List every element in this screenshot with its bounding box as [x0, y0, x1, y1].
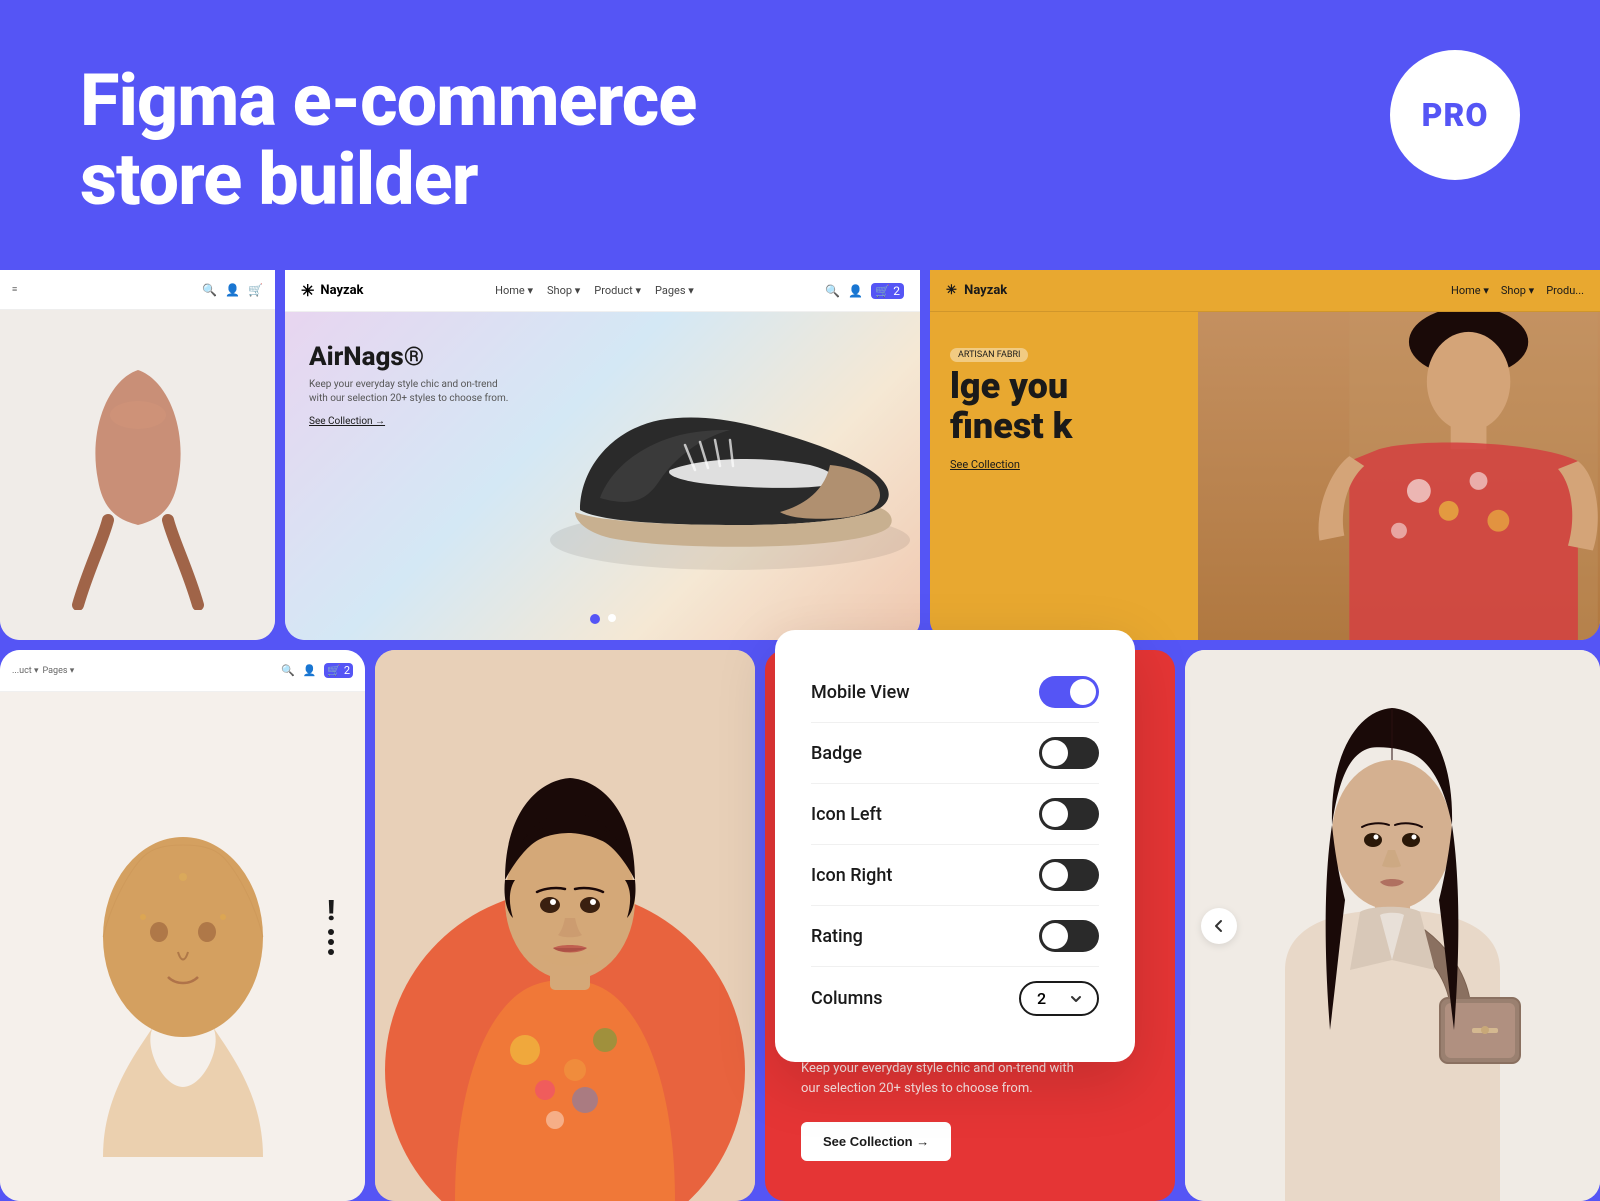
- user-icon[interactable]: 👤: [848, 284, 863, 298]
- columns-value: 2: [1037, 989, 1046, 1008]
- cart-icon[interactable]: 🛒: [248, 283, 263, 297]
- toggle-knob: [1042, 923, 1068, 949]
- toggle-knob: [1042, 740, 1068, 766]
- cart-icon[interactable]: 🛒 2: [871, 283, 904, 299]
- rating-row: Rating: [811, 906, 1099, 967]
- chair-card: ≡ 🔍 👤 🛒: [0, 270, 275, 640]
- toggle-knob: [1070, 679, 1096, 705]
- nav-icons: 🔍 👤 🛒: [202, 283, 263, 297]
- handbag-content: [1185, 650, 1600, 1201]
- icon-right-toggle[interactable]: [1039, 859, 1099, 891]
- shoe-nav-icons: 🔍 👤 🛒 2: [825, 283, 904, 299]
- search-icon[interactable]: 🔍: [281, 664, 295, 677]
- head-card: ...uct ▾ Pages ▾ 🔍 👤 🛒 2: [0, 650, 365, 1201]
- chair-card-inner: ≡ 🔍 👤 🛒: [0, 270, 275, 640]
- dot-2[interactable]: [608, 614, 616, 622]
- portrait-svg: [375, 650, 755, 1201]
- artisan-badge: ARTISAN FABRI: [950, 342, 1028, 361]
- shoe-hero-text: AirNags® Keep your everyday style chic a…: [309, 342, 509, 427]
- icon-left-label: Icon Left: [811, 804, 882, 825]
- nike-shoe-svg: [520, 350, 920, 610]
- dream-shop-subtitle: Keep your everyday style chic and on-tre…: [801, 1059, 1081, 1098]
- mobile-view-label: Mobile View: [811, 682, 910, 703]
- pro-badge-text: PRO: [1422, 96, 1489, 134]
- fashion-model-svg: [1185, 650, 1600, 1201]
- rating-label: Rating: [811, 926, 863, 947]
- see-collection-button[interactable]: See Collection →: [801, 1122, 951, 1161]
- icon-left-row: Icon Left: [811, 784, 1099, 845]
- chevron-down-icon: [1069, 992, 1083, 1006]
- artisan-nav: ✳ Nayzak Home ▾ Shop ▾ Produ...: [930, 270, 1600, 312]
- bust-svg: [43, 737, 323, 1157]
- icon-left-toggle[interactable]: [1039, 798, 1099, 830]
- shoe-carousel-dots: [590, 614, 616, 624]
- user-icon[interactable]: 👤: [303, 664, 317, 677]
- shoe-hero-subtitle: Keep your everyday style chic and on-tre…: [309, 378, 509, 406]
- artisan-nav-links: Home ▾ Shop ▾ Produ...: [1451, 284, 1584, 297]
- chair-svg: [48, 350, 228, 610]
- artisan-see-collection[interactable]: See Collection: [950, 458, 1072, 471]
- columns-row: Columns 2: [811, 967, 1099, 1030]
- toggle-knob: [1042, 801, 1068, 827]
- artisan-card: ✳ Nayzak Home ▾ Shop ▾ Produ... ARTISAN …: [930, 270, 1600, 640]
- search-icon[interactable]: 🔍: [202, 283, 217, 297]
- head-card-content: !: [0, 692, 365, 1201]
- shoe-nav-links: Home ▾ Shop ▾ Product ▾ Pages ▾: [495, 284, 694, 297]
- mobile-view-row: Mobile View: [811, 662, 1099, 723]
- mobile-view-toggle[interactable]: [1039, 676, 1099, 708]
- shoe-hero-title: AirNags®: [309, 342, 509, 372]
- artisan-model-bg: [1198, 312, 1600, 640]
- icon-right-label: Icon Right: [811, 865, 892, 886]
- header-section: Figma e-commerce store builder PRO: [0, 0, 1600, 270]
- search-icon[interactable]: 🔍: [825, 284, 840, 298]
- artisan-model-svg: [1198, 312, 1600, 640]
- portrait-card: [375, 650, 755, 1201]
- exclamation-area: !: [327, 897, 335, 955]
- handbag-card: [1185, 650, 1600, 1201]
- shoe-nav-logo: ✳ Nayzak: [301, 281, 364, 300]
- portrait-content: [375, 650, 755, 1201]
- see-collection-link[interactable]: See Collection →: [309, 416, 509, 427]
- content-area: ≡ 🔍 👤 🛒: [0, 270, 1600, 1201]
- columns-dropdown[interactable]: 2: [1019, 981, 1099, 1016]
- icon-right-row: Icon Right: [811, 845, 1099, 906]
- mini-nav-1: ≡ 🔍 👤 🛒: [0, 270, 275, 310]
- badge-toggle[interactable]: [1039, 737, 1099, 769]
- header-title: Figma e-commerce store builder: [80, 61, 696, 219]
- artisan-hero: ARTISAN FABRI lge you finest k See Colle…: [930, 312, 1600, 640]
- toggle-knob: [1042, 862, 1068, 888]
- dot-1[interactable]: [590, 614, 600, 624]
- shoe-image: [520, 350, 920, 610]
- shoe-hero: AirNags® Keep your everyday style chic a…: [285, 312, 920, 640]
- header-title-text: Figma e-commerce store builder: [80, 61, 696, 219]
- prev-arrow-button[interactable]: [1201, 908, 1237, 944]
- cart-icon[interactable]: 🛒 2: [324, 663, 353, 678]
- pro-badge: PRO: [1390, 50, 1520, 180]
- columns-label: Columns: [811, 988, 883, 1009]
- nav-partial-text: ...uct ▾ Pages ▾: [12, 666, 74, 676]
- rating-toggle[interactable]: [1039, 920, 1099, 952]
- chair-illustration: [0, 270, 275, 640]
- shoe-card: ✳ Nayzak Home ▾ Shop ▾ Product ▾ Pages ▾…: [285, 270, 920, 640]
- head-card-nav: ...uct ▾ Pages ▾ 🔍 👤 🛒 2: [0, 650, 365, 692]
- badge-row: Badge: [811, 723, 1099, 784]
- nav-menu-dots: ≡: [12, 284, 17, 295]
- artisan-heading: lge you finest k: [950, 367, 1072, 446]
- user-icon[interactable]: 👤: [225, 283, 240, 297]
- arrow-left-icon: [1211, 918, 1227, 934]
- shoe-nav: ✳ Nayzak Home ▾ Shop ▾ Product ▾ Pages ▾…: [285, 270, 920, 312]
- settings-panel: Mobile View Badge Icon Left Icon Right: [775, 630, 1135, 1062]
- artisan-nav-logo: ✳ Nayzak: [946, 283, 1007, 298]
- head-nav-icons: 🔍 👤 🛒 2: [281, 663, 353, 678]
- artisan-text-overlay: lge you finest k See Collection: [950, 367, 1072, 471]
- badge-label: Badge: [811, 743, 862, 764]
